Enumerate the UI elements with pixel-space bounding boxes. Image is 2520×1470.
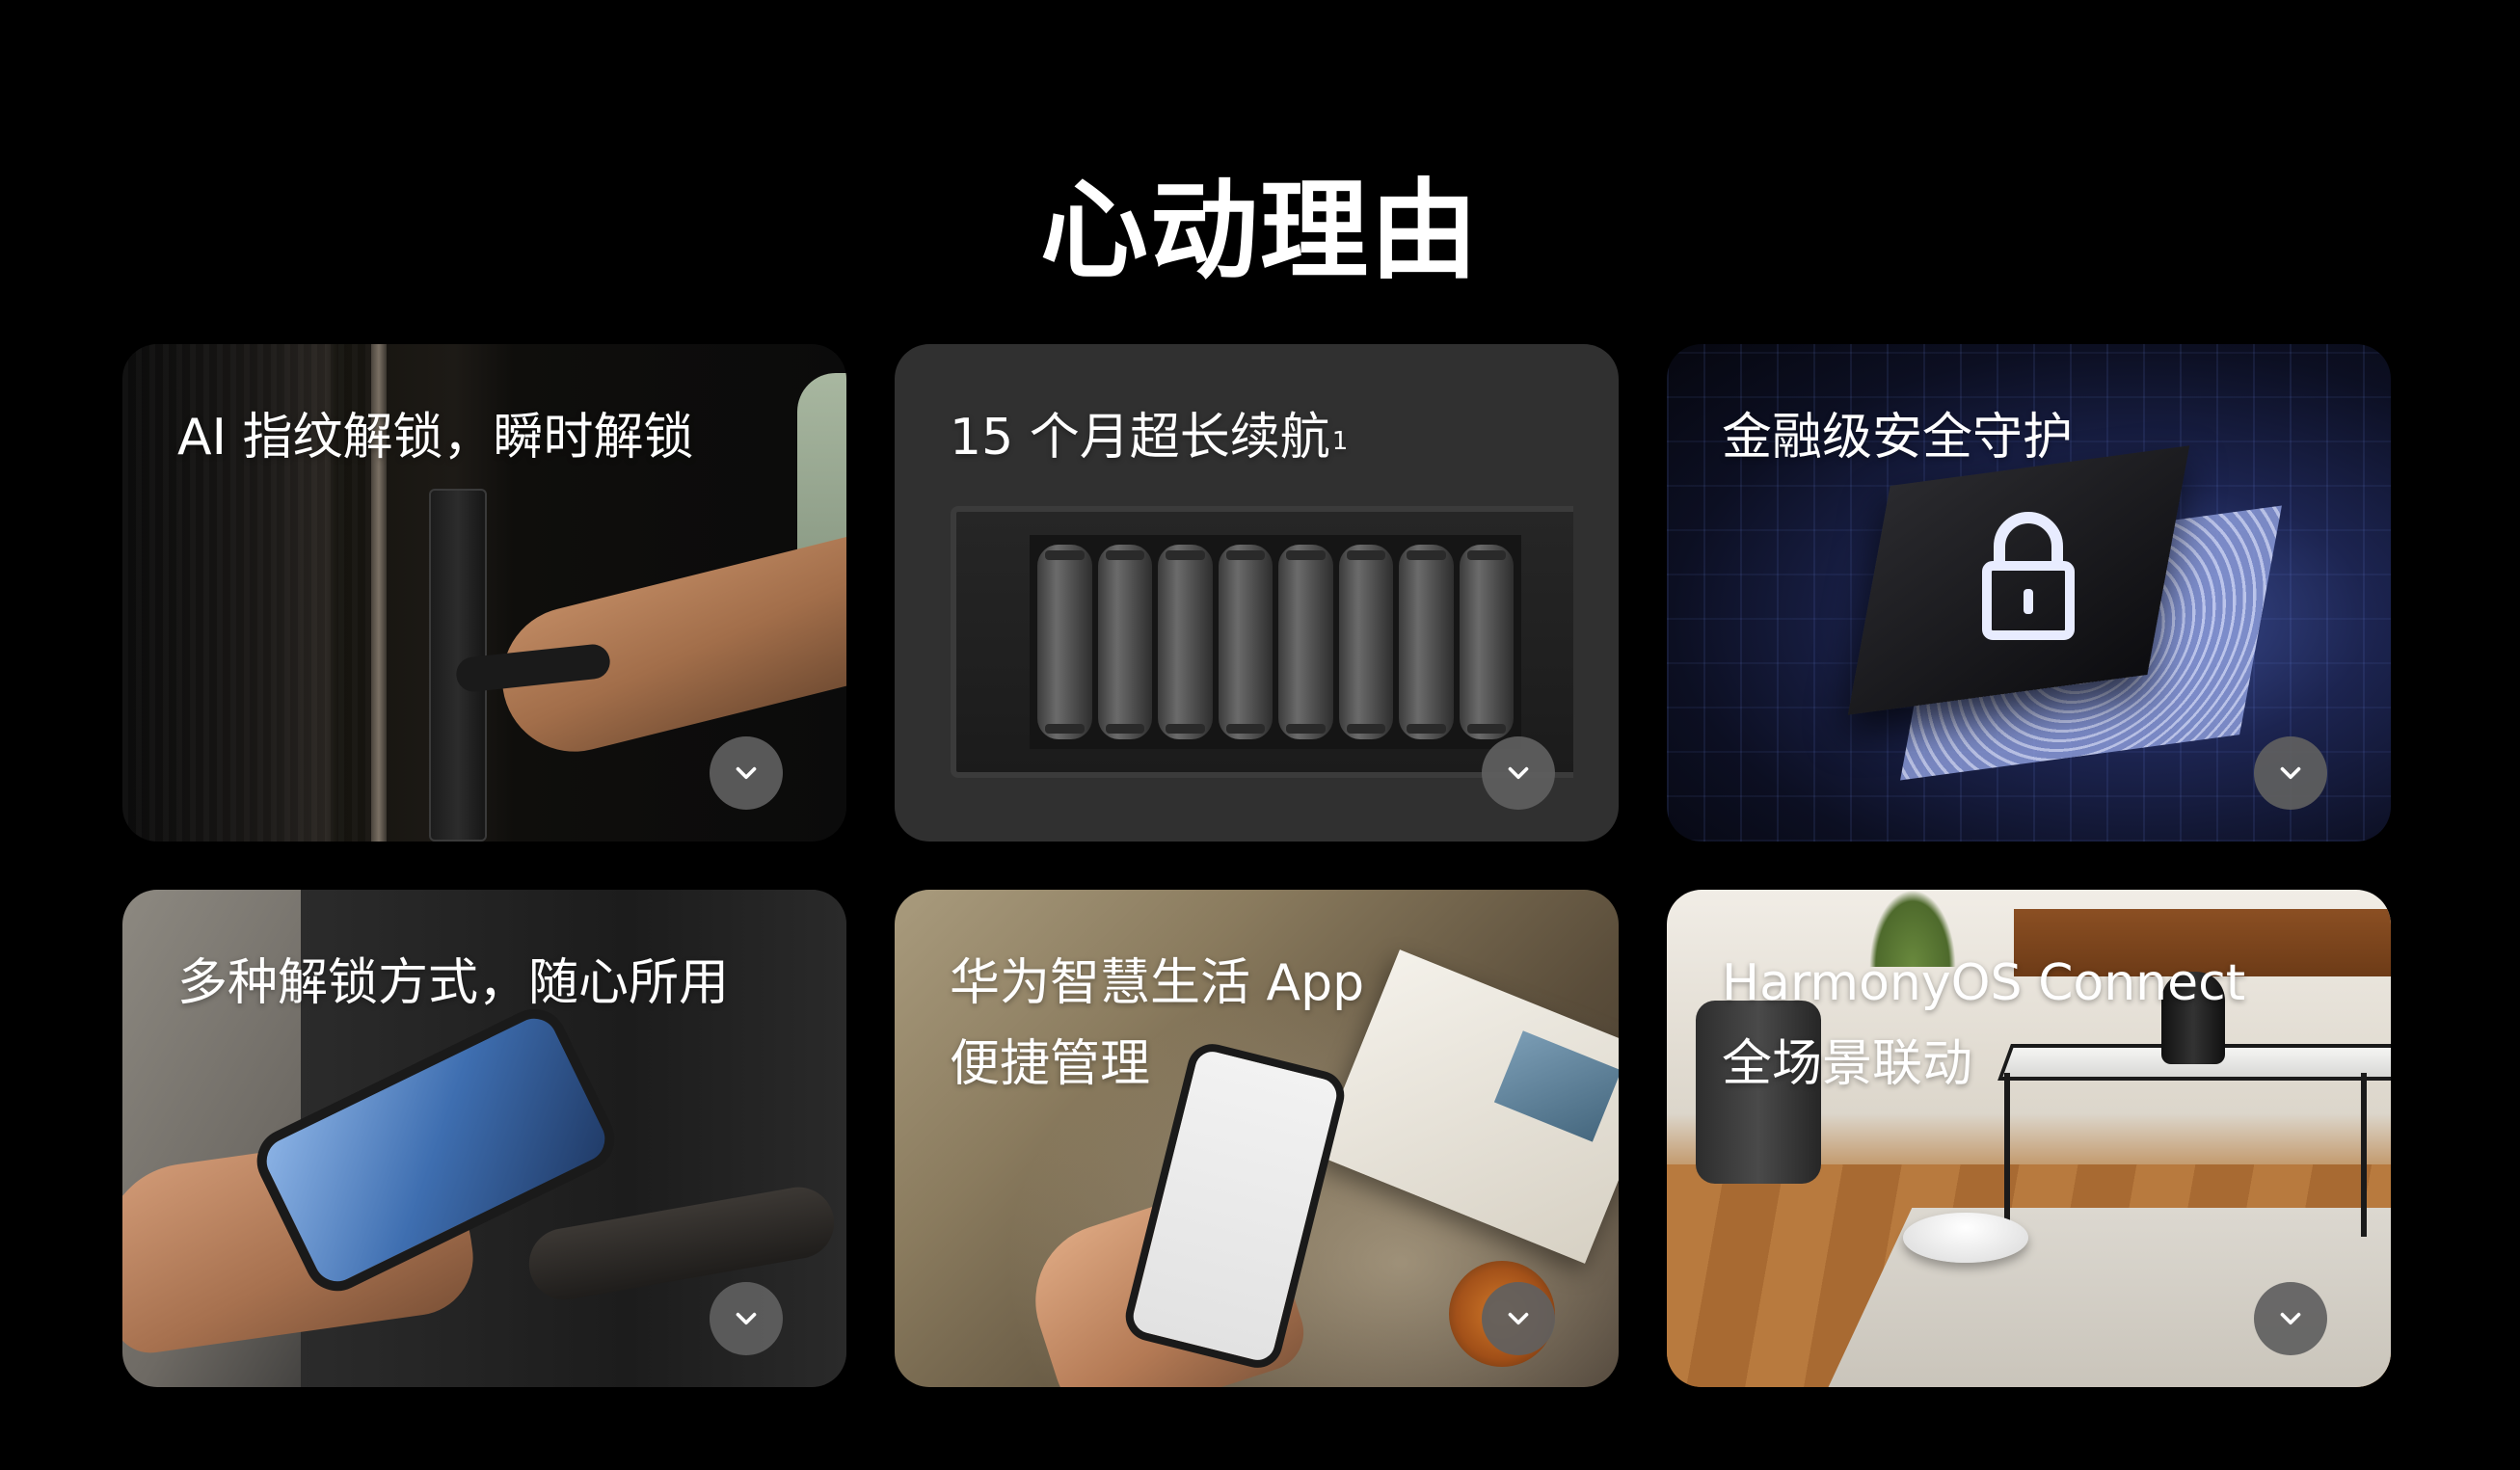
battery-cell bbox=[1338, 545, 1393, 739]
feature-card-battery[interactable]: 15 个月超长续航1 bbox=[895, 344, 1619, 842]
card-title-line: 华为智慧生活 App bbox=[950, 954, 1365, 1012]
battery-cell bbox=[1158, 545, 1213, 739]
card-title-line: 多种解锁方式，随心所用 bbox=[177, 954, 730, 1012]
card-title-text: 15 个月超长续航 bbox=[950, 409, 1330, 467]
battery-cell bbox=[1097, 545, 1152, 739]
expand-button[interactable] bbox=[1482, 736, 1555, 810]
card-title: HarmonyOS Connect 全场景联动 bbox=[1722, 943, 2343, 1105]
footnote-marker[interactable]: 1 bbox=[1332, 427, 1349, 456]
chevron-down-icon bbox=[2280, 766, 2301, 780]
robot-vacuum-image bbox=[1903, 1213, 2028, 1263]
padlock-icon bbox=[1982, 512, 2075, 640]
card-title-line: AI 指纹解锁，瞬时解锁 bbox=[177, 409, 694, 467]
feature-card-security[interactable]: 金融级安全守护 bbox=[1667, 344, 2391, 842]
card-title: 华为智慧生活 App 便捷管理 bbox=[950, 943, 1570, 1105]
feature-grid: AI 指纹解锁，瞬时解锁 15 个月超长续航1 金融级安全守护 多种解锁方式，随… bbox=[122, 344, 2392, 1390]
feature-card-harmonyos-connect[interactable]: HarmonyOS Connect 全场景联动 bbox=[1667, 890, 2391, 1387]
expand-button[interactable] bbox=[710, 736, 783, 810]
battery-cell bbox=[1278, 545, 1333, 739]
card-title-line: 15 个月超长续航1 bbox=[950, 397, 1570, 478]
feature-card-smart-life-app[interactable]: 华为智慧生活 App 便捷管理 bbox=[895, 890, 1619, 1387]
chevron-down-icon bbox=[1508, 1312, 1529, 1325]
expand-button[interactable] bbox=[2254, 736, 2327, 810]
arm-image bbox=[487, 528, 846, 767]
card-title: 15 个月超长续航1 bbox=[950, 397, 1570, 478]
chevron-down-icon bbox=[736, 766, 757, 780]
battery-cell bbox=[1399, 545, 1454, 739]
chevron-down-icon bbox=[1508, 766, 1529, 780]
card-title: 金融级安全守护 bbox=[1722, 397, 2343, 478]
battery-cell bbox=[1037, 545, 1092, 739]
page-title: 心动理由 bbox=[1040, 169, 1480, 295]
expand-button[interactable] bbox=[1482, 1282, 1555, 1355]
battery-cell bbox=[1218, 545, 1273, 739]
card-title-line: 便捷管理 bbox=[950, 1035, 1151, 1093]
chevron-down-icon bbox=[2280, 1312, 2301, 1325]
table-leg-image bbox=[2361, 1073, 2367, 1237]
expand-button[interactable] bbox=[710, 1282, 783, 1355]
chevron-down-icon bbox=[736, 1312, 757, 1325]
expand-button[interactable] bbox=[2254, 1282, 2327, 1355]
card-title-line: HarmonyOS Connect bbox=[1722, 954, 2246, 1012]
card-title: 多种解锁方式，随心所用 bbox=[177, 943, 798, 1024]
card-title-line: 全场景联动 bbox=[1722, 1035, 1973, 1093]
battery-pack-image bbox=[1030, 535, 1521, 749]
feature-card-unlock-methods[interactable]: 多种解锁方式，随心所用 bbox=[122, 890, 846, 1387]
card-title-line: 金融级安全守护 bbox=[1722, 409, 2074, 467]
battery-cell bbox=[1459, 545, 1514, 739]
card-title: AI 指纹解锁，瞬时解锁 bbox=[177, 397, 798, 478]
feature-card-fingerprint[interactable]: AI 指纹解锁，瞬时解锁 bbox=[122, 344, 846, 842]
